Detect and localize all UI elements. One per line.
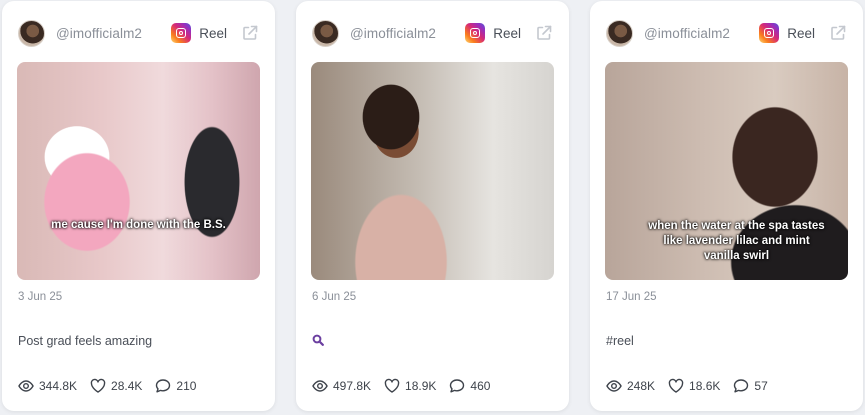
external-link-icon[interactable] [241,24,259,42]
avatar[interactable] [312,19,339,47]
eye-icon [312,380,328,392]
post-header: @imofficialm2 Reel [606,18,847,48]
external-link-icon[interactable] [829,24,847,42]
username[interactable]: @imofficialm2 [644,26,730,41]
comments-count: 210 [176,379,197,393]
username[interactable]: @imofficialm2 [56,26,142,41]
comments-count: 460 [470,379,491,393]
post-date: 3 Jun 25 [18,291,63,303]
comments-stat: 57 [733,378,768,394]
post-card[interactable]: @imofficialm2 Reel when the water at the… [590,1,863,411]
comments-count: 57 [754,379,768,393]
comment-icon [156,379,171,393]
comment-icon [734,379,749,393]
post-header: @imofficialm2 Reel [18,18,259,48]
post-date: 6 Jun 25 [312,291,357,303]
avatar[interactable] [606,19,633,47]
post-thumbnail[interactable]: me cause I'm done with the B.S. [17,62,260,280]
post-type-label: Reel [787,25,815,41]
likes-count: 18.6K [689,379,721,393]
likes-stat: 18.6K [668,378,720,394]
heart-icon [90,378,106,393]
post-type-label: Reel [199,25,227,41]
username[interactable]: @imofficialm2 [350,26,436,41]
avatar[interactable] [18,19,45,47]
video-overlay-text: when the water at the spa tastes like la… [648,220,825,262]
post-stats: 248K 18.6K 57 [606,378,781,394]
instagram-icon [465,23,486,43]
post-header: @imofficialm2 Reel [312,18,553,48]
likes-stat: 28.4K [90,378,142,394]
likes-count: 28.4K [111,379,143,393]
views-stat: 344.8K [18,378,77,394]
magnifier-emoji-icon [312,334,324,346]
views-count: 248K [627,379,656,393]
post-caption: #reel [606,334,634,348]
external-link-icon[interactable] [535,24,553,42]
heart-icon [668,378,684,393]
post-caption: Post grad feels amazing [18,334,153,348]
eye-icon [18,380,34,392]
views-stat: 497.8K [312,378,371,394]
comments-stat: 210 [155,378,196,394]
video-overlay-text: me cause I'm done with the B.S. [51,219,226,231]
post-caption [312,334,324,349]
instagram-icon [171,23,192,43]
post-date: 17 Jun 25 [606,291,657,303]
post-stats: 497.8K 18.9K 460 [312,378,503,394]
views-stat: 248K [606,378,655,394]
comment-icon [450,379,465,393]
comments-stat: 460 [449,378,490,394]
post-stats: 344.8K 28.4K 210 [18,378,209,394]
post-type-label: Reel [493,25,521,41]
likes-count: 18.9K [405,379,437,393]
views-count: 497.8K [333,379,372,393]
post-thumbnail[interactable] [311,62,554,280]
likes-stat: 18.9K [384,378,436,394]
post-thumbnail[interactable]: when the water at the spa tastes like la… [605,62,848,280]
heart-icon [384,378,400,393]
post-card[interactable]: @imofficialm2 Reel 6 Jun 25 497.8K 18.9K… [296,1,569,411]
posts-grid: @imofficialm2 Reel me cause I'm done wit… [0,0,865,415]
post-card[interactable]: @imofficialm2 Reel me cause I'm done wit… [2,1,275,411]
instagram-icon [759,23,780,43]
eye-icon [606,380,622,392]
views-count: 344.8K [39,379,78,393]
